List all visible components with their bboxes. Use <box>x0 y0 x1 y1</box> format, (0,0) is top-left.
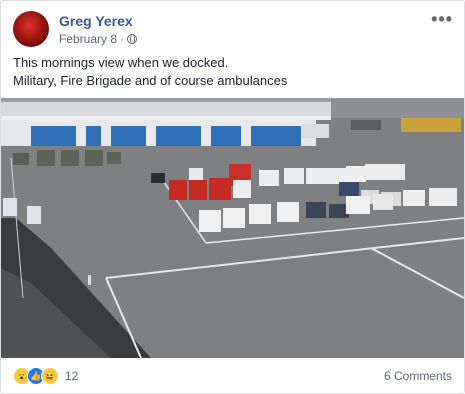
author-name[interactable]: Greg Yerex <box>59 13 133 29</box>
post-footer: 😮 👍 😆 12 6 Comments <box>13 365 452 387</box>
haha-icon: 😆 <box>41 367 59 385</box>
post-text-line: This mornings view when we docked. <box>13 55 229 70</box>
post-card: Greg Yerex February 8 · ••• This morning… <box>0 0 465 394</box>
globe-icon[interactable] <box>127 34 138 44</box>
avatar[interactable] <box>13 11 49 47</box>
post-date[interactable]: February 8 <box>59 32 117 46</box>
post-meta: February 8 · <box>59 32 138 46</box>
post-text: This mornings view when we docked. Milit… <box>13 54 287 90</box>
post-photo[interactable] <box>1 98 464 358</box>
comments-link[interactable]: 6 Comments <box>384 369 452 383</box>
more-options-icon[interactable]: ••• <box>431 9 453 30</box>
post-header: Greg Yerex February 8 · ••• <box>13 9 453 49</box>
post-text-line: Military, Fire Brigade and of course amb… <box>13 73 288 88</box>
date-separator: · <box>120 32 125 46</box>
reaction-count[interactable]: 12 <box>65 369 78 383</box>
reactions[interactable]: 😮 👍 😆 <box>13 367 59 385</box>
photo-icon <box>1 98 464 358</box>
